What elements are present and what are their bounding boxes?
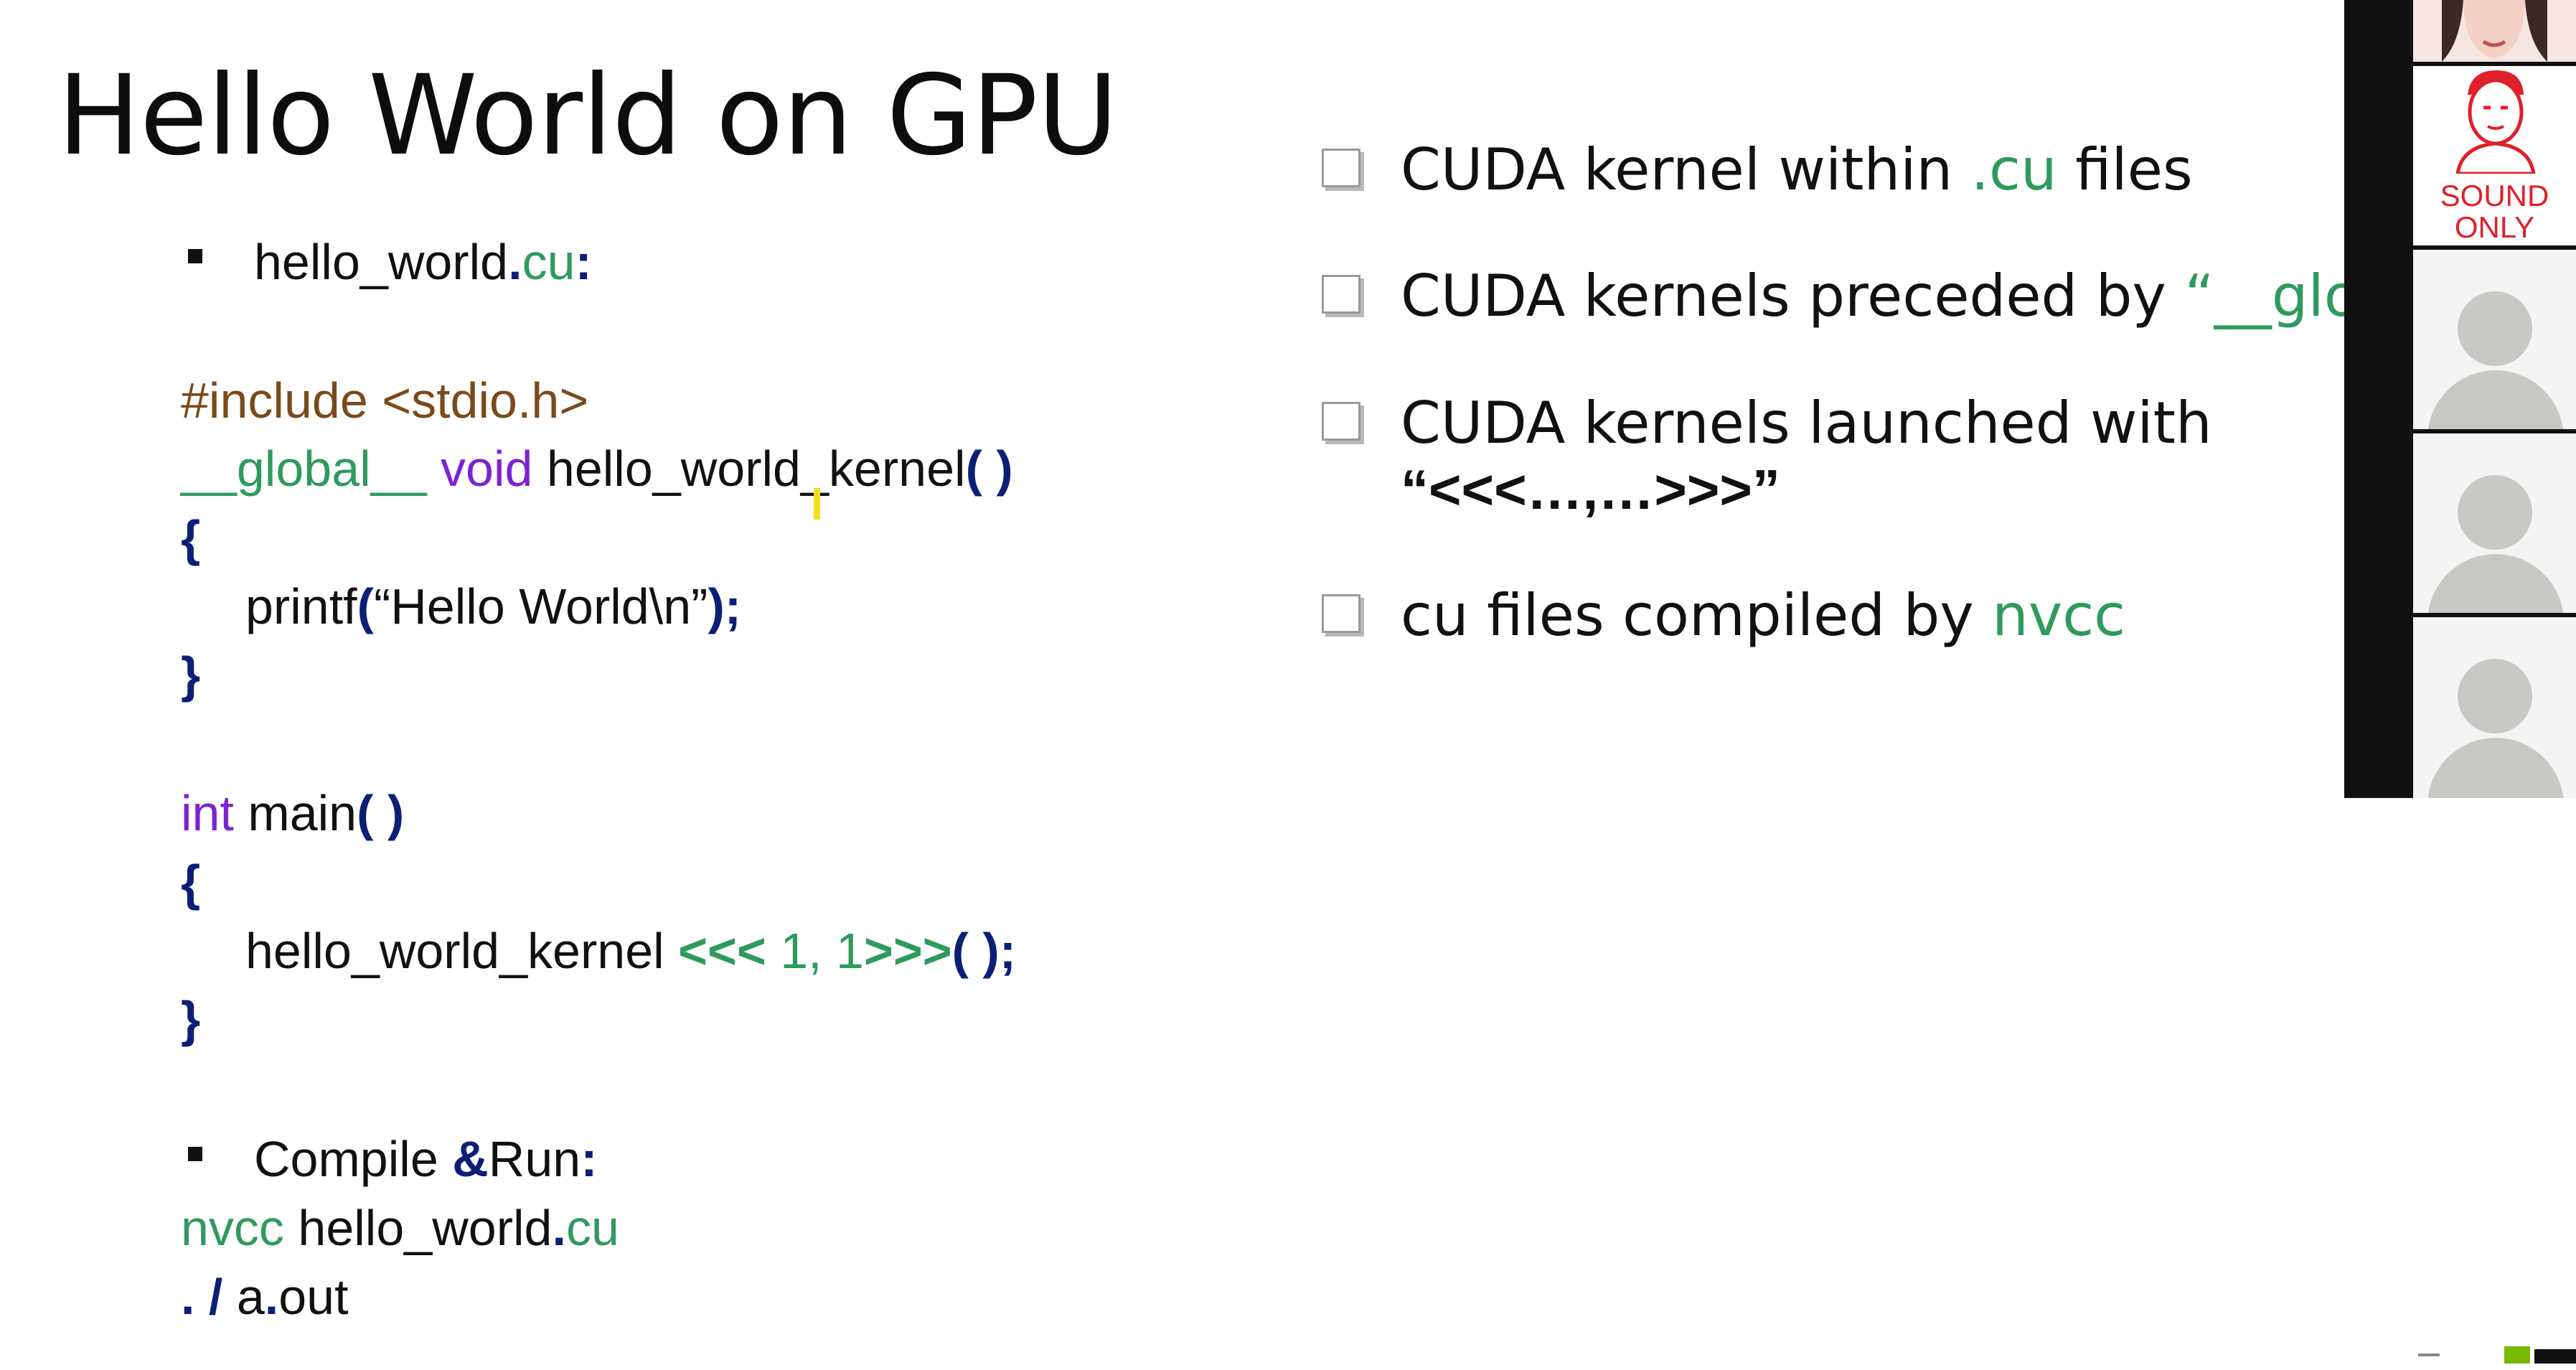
launch-open: <<<: [678, 923, 766, 979]
person-body-shape: [2427, 738, 2564, 798]
footer-logo: [2418, 1342, 2576, 1364]
kernel-name: hello_world_kernel: [546, 441, 966, 497]
printf-function: printf: [245, 578, 357, 634]
code-main-signature: int main( ): [181, 788, 404, 838]
video-tile-participant-1[interactable]: [2413, 0, 2576, 62]
right-bullet-2-highlight: “__glo: [2184, 263, 2359, 329]
kernel-parens: ( ): [965, 441, 1013, 497]
launch-close: >>>: [864, 923, 952, 979]
main-parens: ( ): [357, 785, 405, 841]
right-bullet-1-highlight: .cu: [1970, 136, 2057, 203]
video-tile-participant-3[interactable]: [2413, 250, 2576, 429]
video-tile-sound-only[interactable]: SOUND ONLY: [2413, 66, 2576, 245]
run-a: a: [236, 1269, 265, 1325]
slide-title: Hello World on GPU: [57, 52, 1118, 180]
tile-left-bar: [2344, 617, 2413, 798]
tile-left-bar: [2344, 250, 2413, 429]
void-keyword: void: [441, 441, 533, 497]
tile-left-bar: [2344, 433, 2413, 613]
checkbox-icon: [1322, 594, 1360, 633]
sound-only-label-1: SOUND: [2440, 179, 2549, 212]
printf-string: “Hello World\n”: [373, 578, 708, 634]
bullet-compile-run: Compile &Run:: [254, 1134, 598, 1184]
tile-left-bar: [2344, 0, 2413, 62]
right-bullet-3-highlight: “<<<…,…>>>”: [1401, 458, 1780, 521]
launch-args: 1, 1: [780, 923, 864, 979]
bullet1-colon: :: [575, 234, 592, 290]
run-dot: .: [181, 1269, 195, 1325]
int-keyword: int: [181, 785, 234, 841]
kernel-call-name: hello_world_kernel: [245, 923, 664, 979]
bullet1-dot: .: [508, 234, 522, 290]
right-bullet-1: CUDA kernel within .cu files: [1401, 141, 2193, 199]
bullet-square-1: [188, 249, 202, 263]
text-cursor-marker: [814, 488, 820, 520]
code-close-brace-1: }: [181, 647, 201, 703]
slide: Hello World on GPU hello_world.cu: #incl…: [0, 0, 2576, 1364]
right-bullet-4: cu files compiled by nvcc: [1401, 587, 2125, 644]
nvcc-command: nvcc: [181, 1200, 284, 1256]
command-nvcc: nvcc hello_world.cu: [181, 1203, 619, 1253]
command-ext: cu: [565, 1200, 619, 1256]
code-kernel-launch-line: hello_world_kernel <<< 1, 1>>>( );: [245, 926, 1016, 976]
nvidia-logo-icon: [2418, 1346, 2576, 1364]
right-bullet-4-highlight: nvcc: [1992, 582, 2126, 649]
checkbox-icon: [1322, 275, 1360, 314]
right-bullet-3: CUDA kernels launched with: [1401, 395, 2212, 452]
person-body-shape: [2427, 554, 2564, 613]
sound-only-label-2: ONLY: [2454, 210, 2535, 244]
command-dot: .: [552, 1200, 566, 1256]
sound-only-avatar-icon: [2455, 70, 2536, 174]
video-participants-panel[interactable]: SOUND ONLY: [2344, 0, 2576, 798]
bullet-square-2: [188, 1147, 202, 1161]
code-kernel-signature: __global__ void hello_world_kernel( ): [181, 444, 1013, 494]
bullet2-colon: :: [580, 1131, 598, 1187]
code-open-brace-1: {: [181, 510, 201, 566]
run-text: Run: [488, 1131, 581, 1187]
code-printf-line: printf(“Hello World\n”);: [245, 581, 741, 632]
checkbox-icon: [1322, 149, 1360, 187]
bullet-hello-world-cu: hello_world.cu:: [254, 237, 592, 287]
right-bullet-4-text: cu files compiled by: [1401, 582, 1993, 649]
code-open-brace-2: {: [181, 855, 201, 911]
command-filename: hello_world: [298, 1200, 553, 1256]
video-tile-participant-5[interactable]: [2413, 617, 2576, 798]
printf-paren-open: (: [357, 578, 374, 634]
right-bullet-3-text: CUDA kernels launched with: [1401, 390, 2212, 456]
compile-text: Compile: [254, 1131, 453, 1187]
right-bullet-2: CUDA kernels preceded by “__glo: [1401, 268, 2359, 325]
person-body-shape: [2427, 370, 2564, 429]
printf-paren-close: );: [708, 578, 742, 634]
right-bullet-1-suffix: files: [2056, 136, 2193, 203]
person-placeholder-icon: [2458, 291, 2532, 366]
command-run: . / a.out: [181, 1272, 349, 1322]
code-include-line: #include <stdio.h>: [181, 372, 589, 428]
right-bullet-2-text: CUDA kernels preceded by: [1401, 263, 2185, 329]
person-placeholder-icon: [2458, 475, 2532, 550]
main-function: main: [248, 785, 357, 841]
global-keyword: __global__: [181, 441, 427, 497]
person-placeholder-icon: [2458, 659, 2532, 733]
video-tile-participant-4[interactable]: [2413, 433, 2576, 613]
run-out: out: [278, 1269, 349, 1325]
participant-avatar-icon: [2413, 0, 2576, 62]
run-dot-2: .: [264, 1269, 279, 1325]
bullet1-filename: hello_world: [254, 234, 509, 290]
run-slash: /: [208, 1269, 223, 1325]
right-bullet-1-text: CUDA kernel within: [1401, 136, 1971, 203]
ampersand: &: [452, 1131, 489, 1187]
bullet1-ext: cu: [522, 234, 575, 290]
tile-left-bar: [2344, 66, 2413, 245]
call-parens: ( );: [951, 923, 1017, 979]
code-close-brace-2: }: [181, 991, 201, 1047]
checkbox-icon: [1322, 402, 1360, 441]
